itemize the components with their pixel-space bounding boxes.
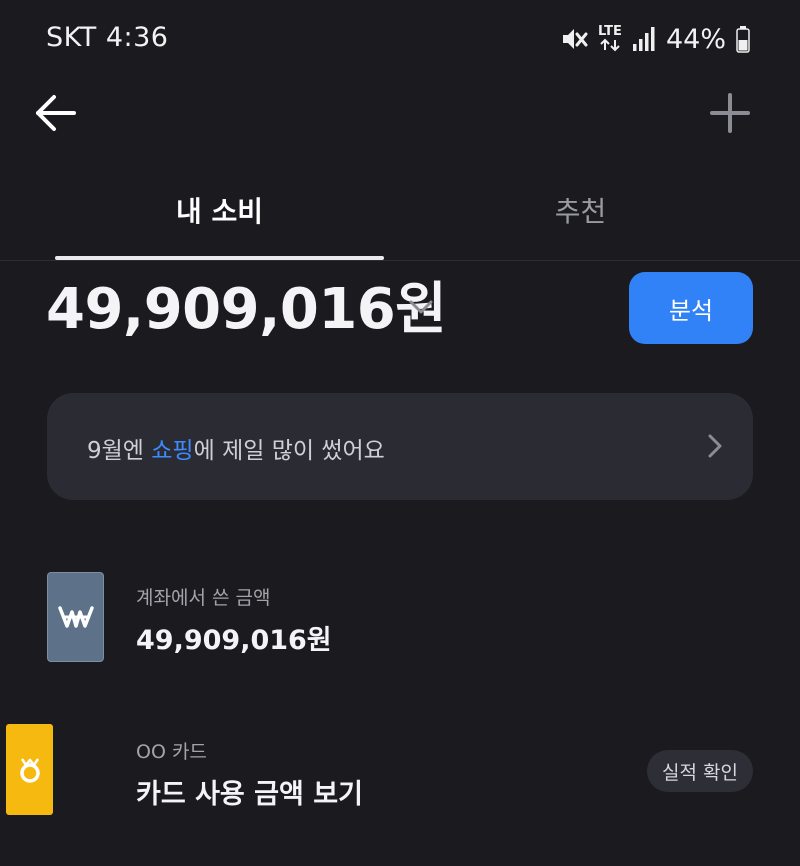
insight-text: 9월엔 쇼핑에 제일 많이 썼어요 [87, 431, 385, 465]
tab-recommendations[interactable]: 추천 [416, 190, 745, 240]
account-spending-row[interactable]: 계좌에서 쓴 금액 49,909,016원 [0, 560, 800, 670]
total-spending-amount[interactable]: 49,909,016원 [46, 278, 447, 342]
card-spending-row[interactable]: OO 카드 카드 사용 금액 보기 실적 확인 [0, 718, 800, 828]
network-type: LTE [598, 24, 622, 39]
arrow-left-icon[interactable] [32, 92, 78, 134]
signal-icon [632, 27, 655, 51]
status-bar: SKT 4:36 LTE 44% [0, 0, 800, 78]
spending-screen: SKT 4:36 LTE 44% 내 소비 추천 49,909,016원 분석 … [0, 0, 800, 866]
lte-icon: LTE [598, 24, 622, 52]
insight-suffix: 에 제일 많이 썼어요 [193, 438, 385, 464]
analysis-button[interactable]: 분석 [629, 272, 753, 344]
tab-divider [0, 260, 800, 261]
account-spending-amount: 49,909,016원 [136, 625, 332, 656]
mute-icon [562, 29, 588, 49]
plus-icon[interactable] [709, 92, 751, 134]
tab-my-spending[interactable]: 내 소비 [55, 190, 384, 240]
account-spending-label: 계좌에서 쓴 금액 [136, 587, 271, 609]
battery-icon [736, 26, 750, 53]
card-name-label: OO 카드 [136, 741, 207, 763]
check-performance-button[interactable]: 실적 확인 [647, 750, 753, 792]
spending-insight-card[interactable]: 9월엔 쇼핑에 제일 많이 썼어요 [47, 393, 753, 500]
insight-prefix: 9월엔 [87, 438, 152, 464]
credit-card-icon [6, 724, 53, 815]
card-usage-title: 카드 사용 금액 보기 [136, 779, 363, 810]
chevron-down-icon[interactable] [407, 296, 435, 318]
status-icons: LTE 44% [560, 22, 750, 56]
battery-percent: 44% [665, 23, 726, 55]
chevron-right-icon [708, 434, 722, 458]
carrier-time: SKT 4:36 [46, 22, 169, 53]
won-account-icon [47, 572, 104, 662]
insight-category: 쇼핑 [151, 438, 194, 464]
